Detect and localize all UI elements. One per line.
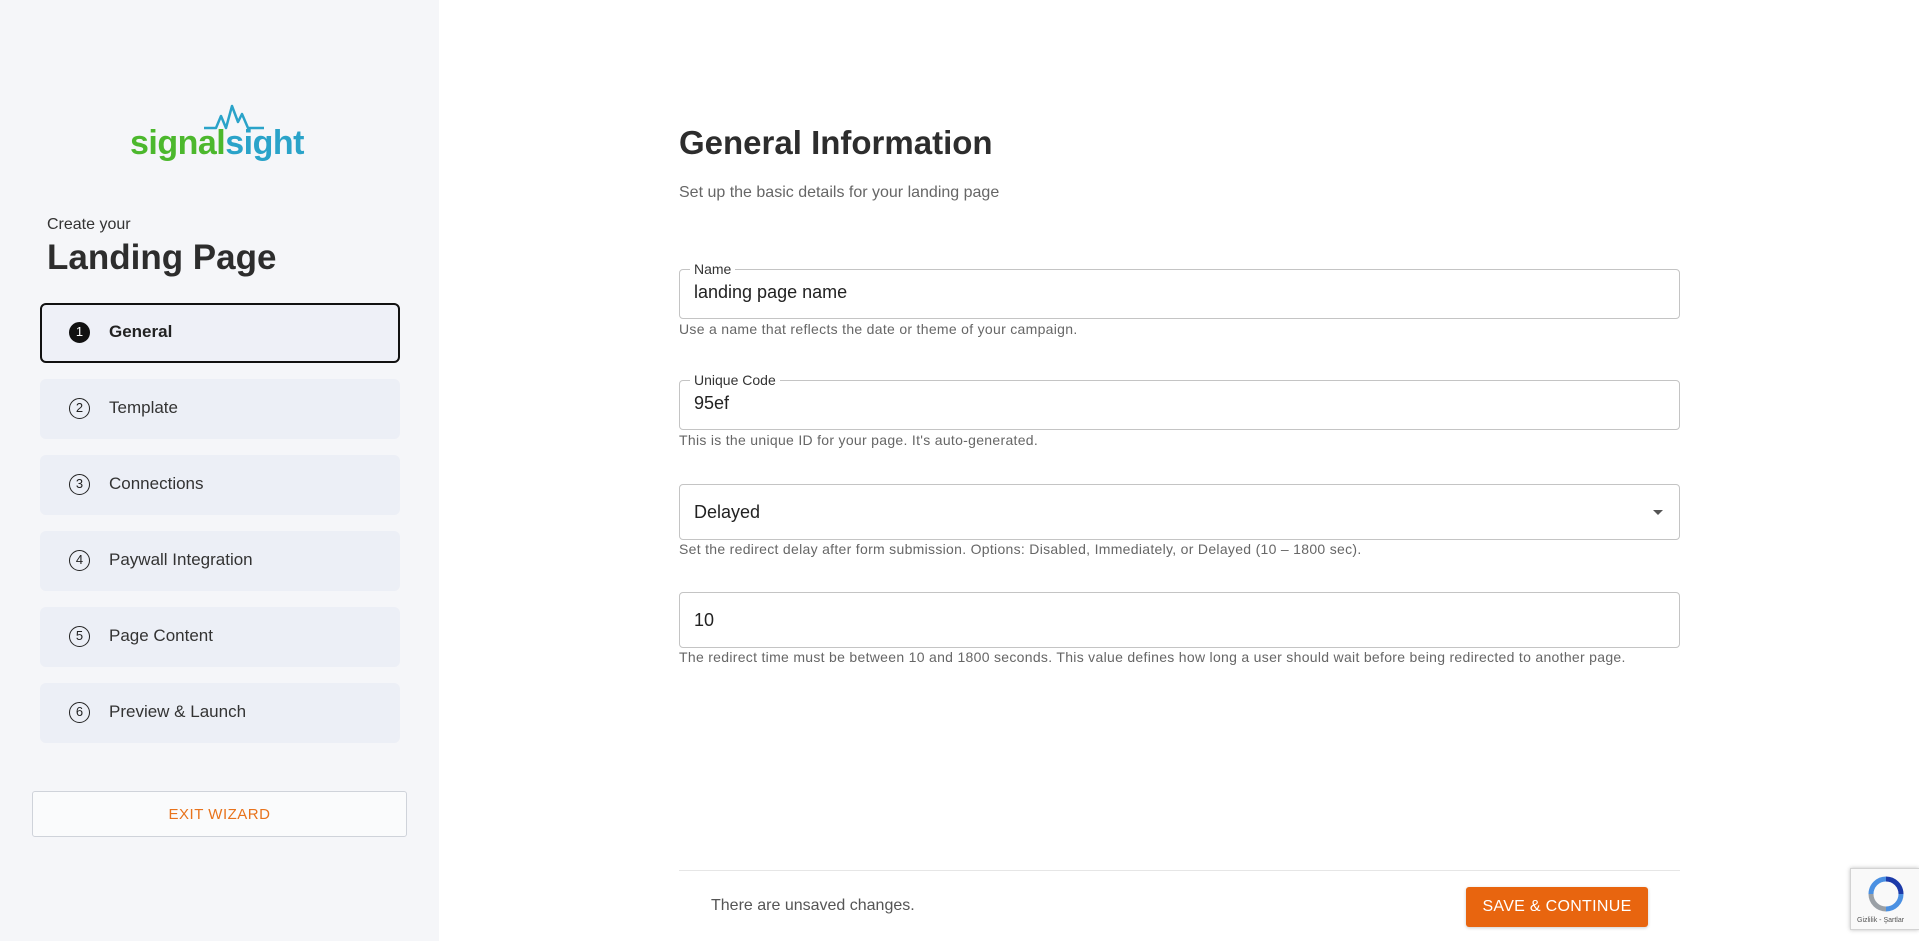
step-paywall-integration[interactable]: 4 Paywall Integration	[40, 531, 400, 591]
unique-code-value: 95ef	[694, 393, 730, 413]
page-subtitle: Set up the basic details for your landin…	[679, 184, 1000, 201]
dropdown-arrow-icon	[1653, 510, 1663, 515]
step-number: 2	[69, 398, 90, 419]
wizard-steps: 1 General 2 Template 3 Connections 4 Pay…	[40, 303, 400, 759]
step-label: General	[109, 322, 173, 341]
logo-wordmark: signalsight	[130, 124, 304, 163]
step-preview-launch[interactable]: 6 Preview & Launch	[40, 683, 400, 743]
step-label: Connections	[109, 474, 204, 493]
redirect-delay-value: Delayed	[694, 502, 761, 522]
redirect-time-input[interactable]: 10	[679, 592, 1680, 648]
unique-code-field[interactable]: Unique Code 95ef	[679, 372, 1680, 430]
redirect-time-helper-text: The redirect time must be between 10 and…	[679, 649, 1626, 665]
logo-part-sight: sight	[225, 124, 304, 162]
sidebar: signalsight Create your Landing Page 1 G…	[0, 0, 439, 941]
signalsight-logo: signalsight	[130, 102, 310, 162]
name-field-label: Name	[690, 261, 736, 277]
step-number: 3	[69, 474, 90, 495]
unsaved-changes-status: There are unsaved changes.	[711, 897, 915, 914]
redirect-time-value: 10	[694, 610, 715, 630]
step-general[interactable]: 1 General	[40, 303, 400, 363]
step-connections[interactable]: 3 Connections	[40, 455, 400, 515]
recaptcha-links[interactable]: Gizlilik - Şartlar	[1857, 917, 1904, 924]
name-helper-text: Use a name that reflects the date or the…	[679, 321, 1078, 337]
recaptcha-icon	[1868, 876, 1904, 912]
step-label: Page Content	[109, 626, 213, 645]
recaptcha-badge[interactable]: Gizlilik - Şartlar	[1850, 868, 1919, 930]
footer-divider	[679, 870, 1680, 871]
step-number: 1	[69, 322, 90, 343]
step-label: Paywall Integration	[109, 550, 253, 569]
exit-wizard-button[interactable]: EXIT WIZARD	[32, 791, 407, 837]
redirect-delay-select[interactable]: Delayed	[679, 484, 1680, 540]
wizard-title: Landing Page	[47, 238, 277, 277]
unique-code-helper-text: This is the unique ID for your page. It'…	[679, 432, 1039, 448]
save-continue-button[interactable]: SAVE & CONTINUE	[1466, 887, 1648, 927]
create-your-label: Create your	[47, 216, 131, 233]
step-number: 6	[69, 702, 90, 723]
step-label: Template	[109, 398, 178, 417]
name-field[interactable]: Name landing page name	[679, 261, 1680, 319]
step-number: 5	[69, 626, 90, 647]
unique-code-label: Unique Code	[690, 372, 780, 388]
step-page-content[interactable]: 5 Page Content	[40, 607, 400, 667]
redirect-delay-helper-text: Set the redirect delay after form submis…	[679, 541, 1362, 557]
name-field-value: landing page name	[694, 282, 848, 302]
page-title: General Information	[679, 124, 993, 161]
step-label: Preview & Launch	[109, 702, 247, 721]
logo-part-signal: signal	[130, 124, 226, 162]
step-template[interactable]: 2 Template	[40, 379, 400, 439]
step-number: 4	[69, 550, 90, 571]
